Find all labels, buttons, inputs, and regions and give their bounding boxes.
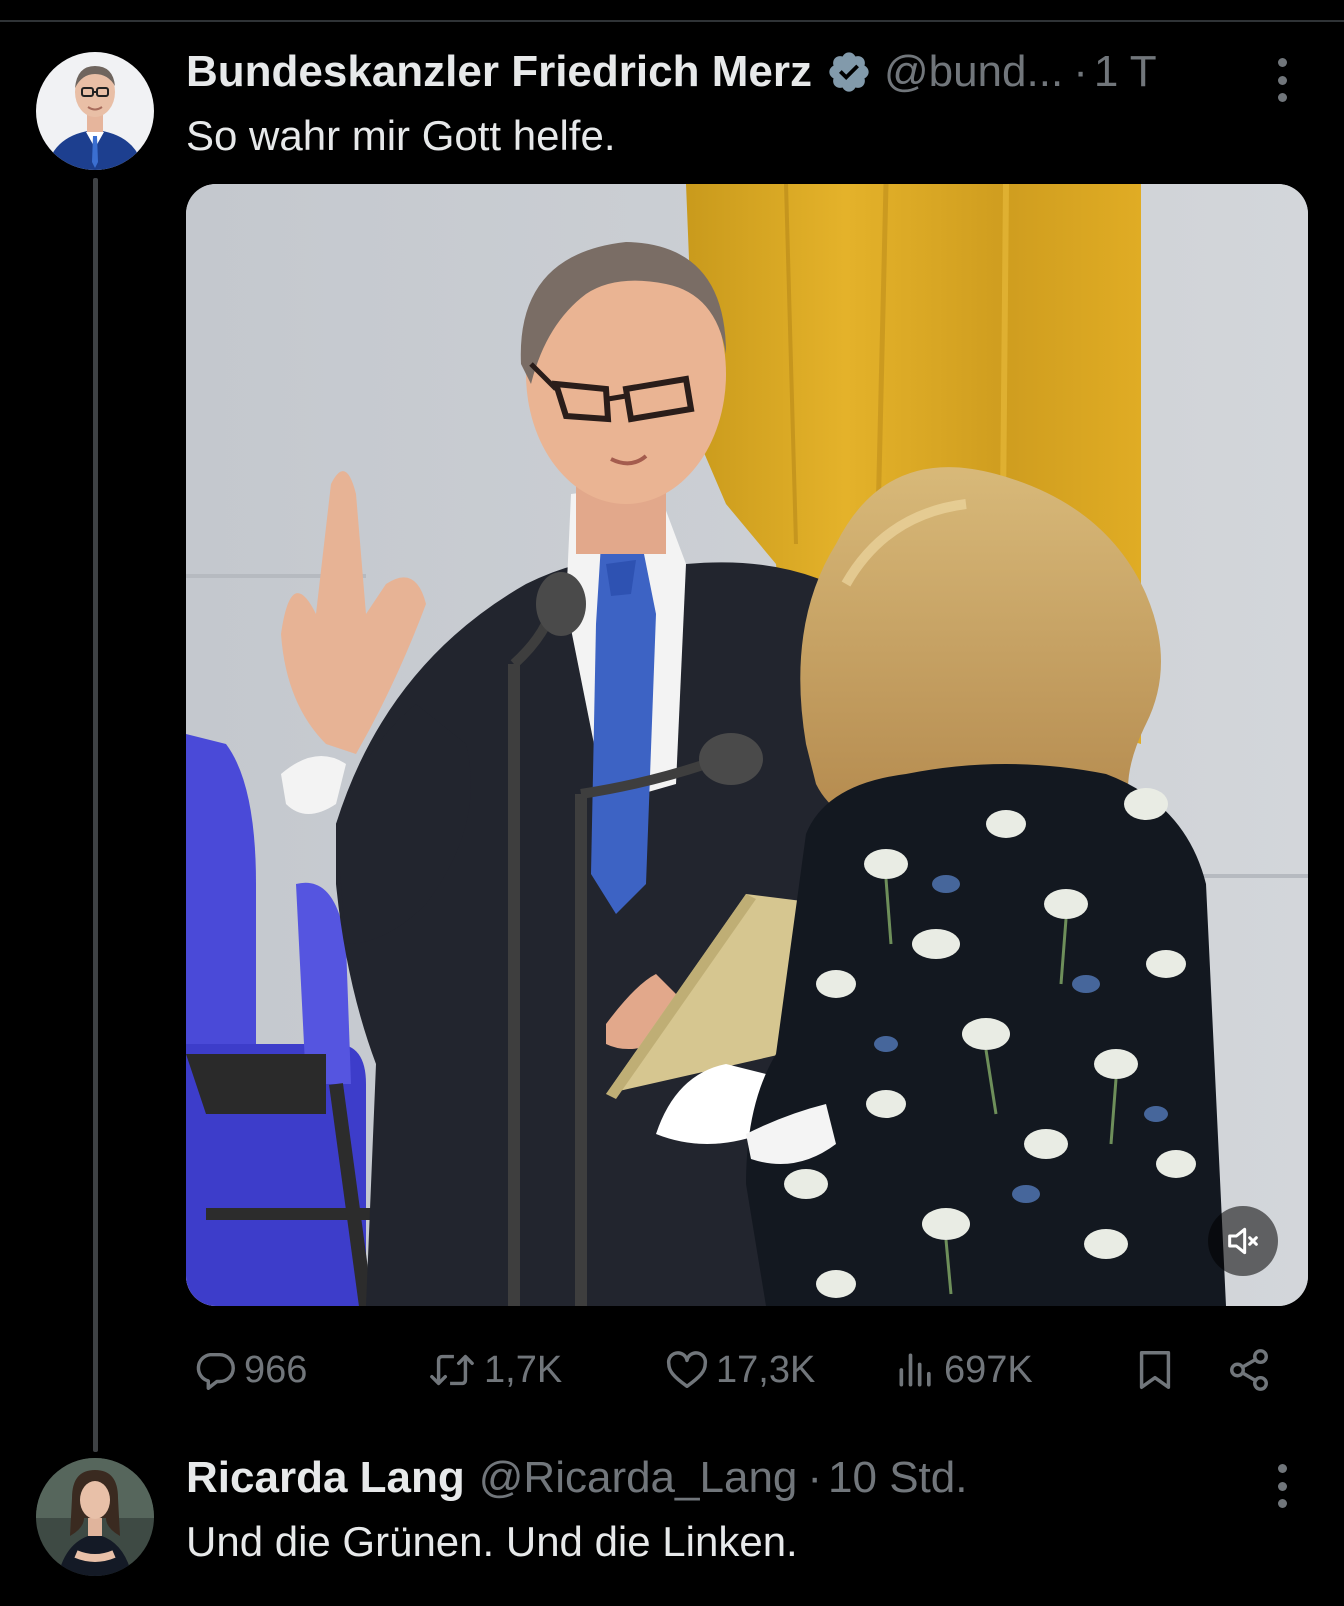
separator-dot: · — [1073, 47, 1088, 96]
top-divider — [0, 20, 1344, 22]
author-avatar[interactable] — [36, 52, 154, 170]
views-button[interactable]: 697K — [894, 1340, 1033, 1400]
verified-badge-icon[interactable] — [826, 49, 872, 95]
author-handle[interactable]: @bund... — [884, 46, 1063, 98]
reply-button[interactable]: 966 — [192, 1340, 307, 1400]
reply-author-handle[interactable]: @Ricarda_Lang — [479, 1452, 798, 1504]
bookmark-button[interactable] — [1132, 1340, 1178, 1400]
reply-author-avatar[interactable] — [36, 1458, 154, 1576]
reply-more-options-icon[interactable] — [1272, 1464, 1292, 1508]
repost-count: 1,7K — [484, 1348, 563, 1391]
share-button[interactable] — [1226, 1340, 1272, 1400]
bookmark-icon — [1139, 1351, 1171, 1389]
reply-icon — [196, 1352, 235, 1390]
like-icon — [666, 1351, 708, 1389]
like-count: 17,3K — [716, 1348, 816, 1391]
author-name[interactable]: Bundeskanzler Friedrich Merz — [186, 46, 812, 98]
tweet-timestamp[interactable]: 1 T — [1094, 46, 1157, 98]
views-icon — [899, 1353, 931, 1387]
reply-header: Ricarda Lang @Ricarda_Lang · 10 Std. — [186, 1452, 967, 1504]
speaker-muted-icon — [1228, 1227, 1258, 1255]
tweet-video[interactable] — [186, 184, 1308, 1306]
reply-text: Und die Grünen. Und die Linken. — [186, 1518, 798, 1565]
separator-dot: · — [807, 1453, 823, 1502]
more-options-icon[interactable] — [1272, 58, 1292, 102]
repost-icon — [430, 1354, 474, 1386]
thread-line — [93, 178, 98, 1452]
like-button[interactable]: 17,3K — [664, 1340, 815, 1400]
repost-button[interactable]: 1,7K — [426, 1340, 562, 1400]
mute-toggle-button[interactable] — [1208, 1206, 1278, 1276]
reply-timestamp[interactable]: 10 Std. — [828, 1452, 967, 1504]
tweet-header: Bundeskanzler Friedrich Merz @bund... · … — [186, 46, 1157, 98]
tweet-text: So wahr mir Gott helfe. — [186, 112, 616, 159]
share-icon — [1230, 1349, 1268, 1391]
reply-author-name[interactable]: Ricarda Lang — [186, 1452, 465, 1504]
reply-count: 966 — [244, 1348, 308, 1391]
view-count: 697K — [944, 1348, 1033, 1391]
tweet-actions: 966 1,7K 17,3K 697K — [186, 1340, 1276, 1400]
